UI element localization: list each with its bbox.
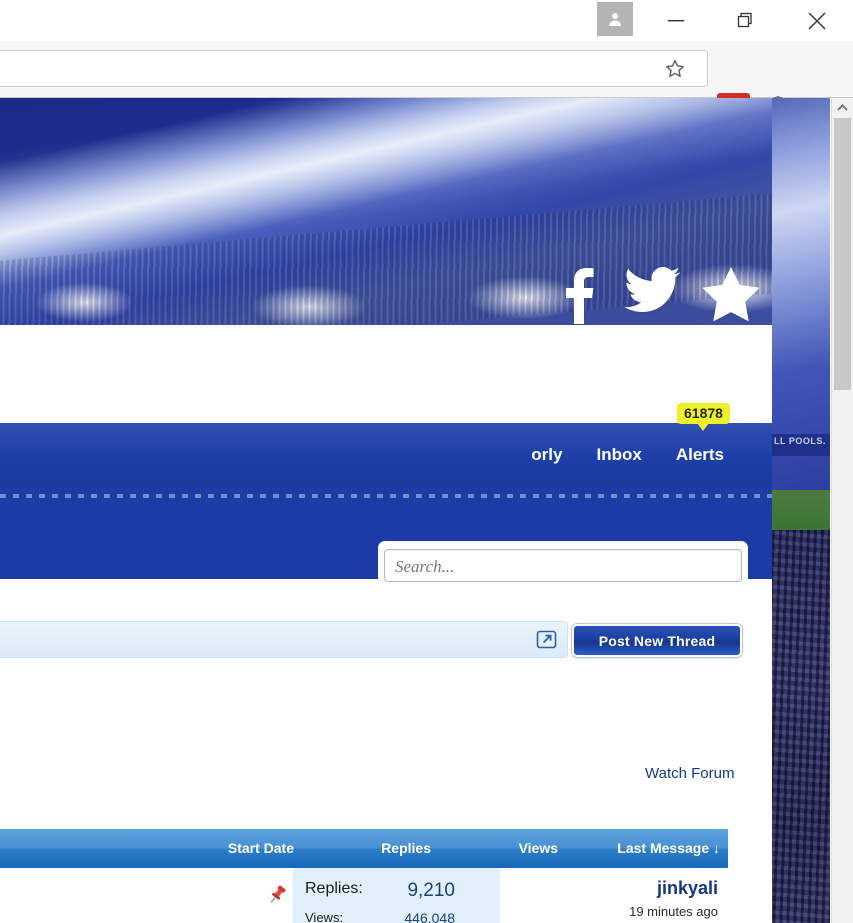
replies-label: Replies:: [305, 880, 363, 898]
last-message-time: 19 minutes ago: [629, 904, 718, 919]
watch-forum-link[interactable]: Watch Forum: [645, 765, 734, 782]
site-navbar: orly Inbox Alerts: [0, 423, 772, 486]
chevron-up-icon: [837, 98, 848, 116]
scoreboard-text: LL POOLS.: [774, 436, 826, 446]
address-bar[interactable]: [0, 50, 708, 87]
close-button[interactable]: [794, 0, 840, 41]
views-label: Views:: [305, 910, 343, 923]
minimize-button[interactable]: [653, 0, 699, 41]
restore-button[interactable]: [722, 0, 768, 41]
twitter-icon[interactable]: [624, 266, 680, 316]
profile-button[interactable]: [597, 2, 633, 36]
alerts-count-badge: 61878: [677, 403, 730, 424]
browser-toolbar: 1 ʊO: [0, 41, 853, 98]
thread-list-header: Start Date Replies Views Last Message ↓: [0, 829, 728, 868]
post-new-thread-button[interactable]: Post New Thread: [572, 624, 742, 657]
navbar-links: orly Inbox Alerts: [531, 423, 724, 486]
nav-item-alerts[interactable]: Alerts: [676, 445, 724, 465]
search-input[interactable]: [393, 554, 737, 579]
row-status-icons: [266, 884, 288, 911]
browser-window: 1 ʊO LL POOLS.: [0, 0, 853, 923]
stadium-crowd: [772, 530, 830, 923]
browser-titlebar: [0, 0, 853, 41]
restore-icon: [737, 12, 754, 29]
star-outline-icon[interactable]: [664, 58, 686, 85]
close-icon: [808, 12, 826, 30]
thread-list-table: Start Date Replies Views Last Message ↓ …: [0, 829, 728, 923]
star-icon[interactable]: [702, 266, 760, 322]
site-container: orly Inbox Alerts 61878: [0, 98, 772, 923]
last-message-author[interactable]: jinkyali: [629, 878, 718, 899]
sort-arrow-icon: ↓: [713, 840, 720, 856]
page-scrollbar[interactable]: [831, 98, 853, 923]
nav-item-account[interactable]: orly: [531, 445, 562, 465]
stadium-rail: [0, 494, 772, 498]
facebook-icon[interactable]: [560, 266, 600, 324]
minimize-icon: [668, 20, 684, 22]
external-link-icon[interactable]: [536, 629, 558, 650]
breadcrumb-bar[interactable]: [0, 621, 568, 658]
last-message-cell: jinkyali 19 minutes ago: [629, 878, 718, 919]
scroll-up-button[interactable]: [832, 98, 853, 116]
views-value: 446,048: [404, 910, 455, 923]
column-header-start-date[interactable]: Start Date: [228, 840, 294, 856]
column-header-last-message[interactable]: Last Message ↓: [617, 840, 720, 856]
column-header-views[interactable]: Views: [519, 840, 558, 856]
page-viewport: LL POOLS. orly Inbox: [0, 98, 853, 923]
table-row[interactable]: Replies: 9,210 Views: 446,048 jinkyali 1…: [0, 868, 728, 923]
nav-item-inbox[interactable]: Inbox: [596, 445, 641, 465]
replies-value: 9,210: [407, 880, 455, 902]
column-header-replies[interactable]: Replies: [381, 840, 431, 856]
pin-icon: [266, 884, 288, 911]
search-box[interactable]: [384, 549, 742, 582]
scrollbar-thumb[interactable]: [834, 118, 851, 390]
person-icon: [607, 11, 623, 27]
